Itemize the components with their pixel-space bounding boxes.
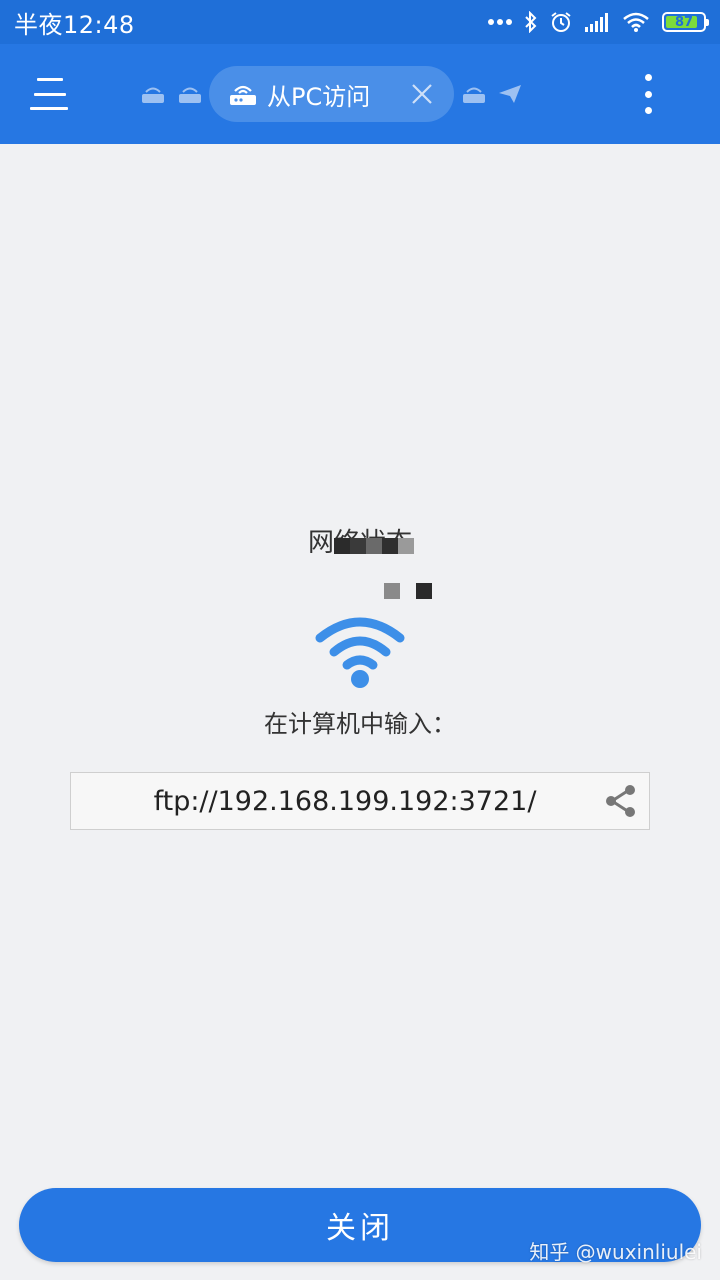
wifi-icon (315, 617, 405, 688)
more-dots-icon (488, 19, 512, 25)
redacted-mosaic (334, 538, 414, 554)
router-icon[interactable] (462, 84, 486, 104)
tab-pc-access[interactable]: 从PC访问 (209, 66, 454, 122)
bluetooth-icon (525, 11, 537, 33)
router-icon[interactable] (141, 84, 165, 104)
redacted-mosaic (384, 583, 432, 599)
battery-level: 87 (674, 14, 694, 30)
watermark: 知乎 @wuxinliulei (529, 1240, 702, 1264)
send-icon[interactable] (498, 84, 522, 104)
router-icon[interactable] (178, 84, 202, 104)
signal-icon (585, 13, 608, 32)
router-icon (230, 85, 256, 105)
status-bar: 半夜12:48 87 (0, 0, 720, 44)
wifi-status-icon (623, 12, 649, 32)
share-button[interactable] (601, 781, 641, 821)
url-field[interactable]: ftp://192.168.199.192:3721/ (70, 772, 650, 830)
tab-label: 从PC访问 (267, 82, 371, 111)
status-time: 半夜12:48 (14, 10, 135, 39)
app-bar: 从PC访问 (0, 44, 720, 144)
close-icon[interactable] (410, 82, 434, 106)
alarm-icon (551, 12, 571, 32)
network-name-redacted (0, 578, 720, 604)
instruction-text: 在计算机中输入： (264, 710, 456, 738)
status-icons: 87 (488, 11, 709, 33)
battery-icon: 87 (662, 12, 709, 32)
menu-icon[interactable] (30, 74, 70, 114)
share-icon (606, 785, 635, 817)
more-vert-icon[interactable] (636, 74, 660, 114)
ftp-url[interactable]: ftp://192.168.199.192:3721/ (154, 786, 537, 817)
